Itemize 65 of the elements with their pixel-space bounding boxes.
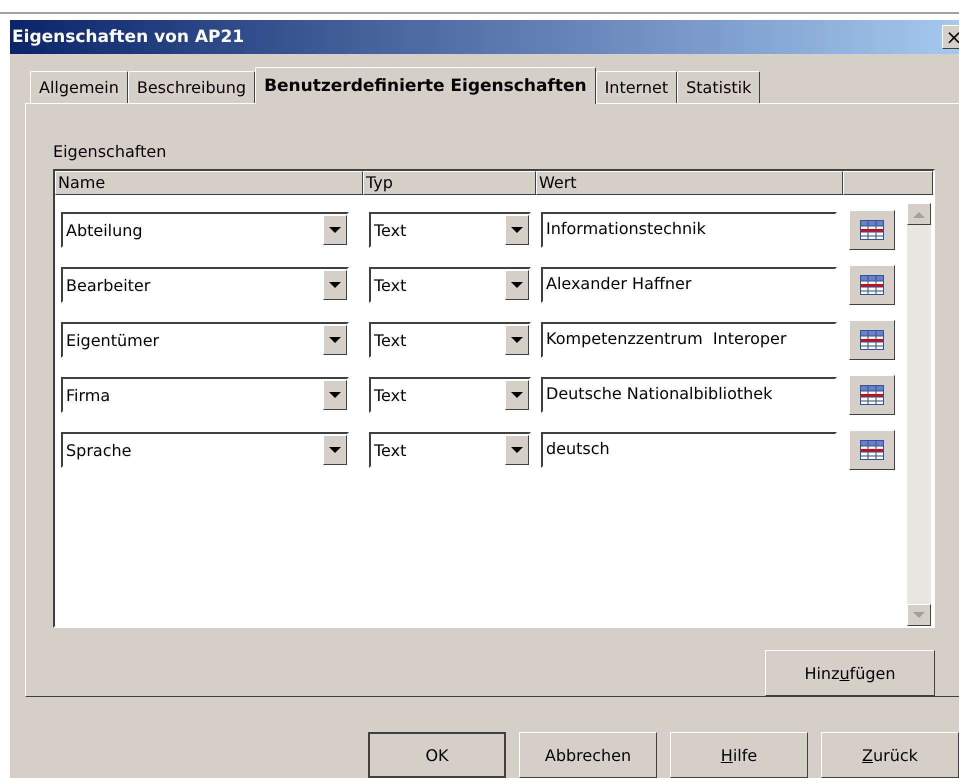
add-button[interactable]: Hinzufügen bbox=[765, 650, 935, 696]
scrollbar[interactable] bbox=[907, 203, 931, 626]
down-arrow-icon bbox=[511, 446, 523, 454]
down-arrow-icon bbox=[511, 226, 523, 234]
dropdown-button[interactable] bbox=[323, 435, 347, 465]
name-dropdown[interactable]: Eigentümer bbox=[61, 322, 349, 358]
type-dropdown[interactable]: Text bbox=[369, 267, 531, 303]
table-icon bbox=[860, 385, 884, 405]
dropdown-button[interactable] bbox=[323, 215, 347, 245]
tab[interactable]: Beschreibung bbox=[128, 71, 256, 103]
down-arrow-icon bbox=[511, 392, 523, 398]
dropdown-button[interactable] bbox=[323, 325, 347, 355]
type-dropdown[interactable]: Text bbox=[369, 212, 531, 248]
down-arrow-icon bbox=[329, 446, 341, 454]
edit-value-button[interactable] bbox=[849, 375, 895, 415]
name-dropdown[interactable]: Sprache bbox=[61, 432, 349, 468]
type-dropdown[interactable]: Text bbox=[369, 377, 531, 413]
dialog-button[interactable]: Zurück bbox=[821, 732, 959, 778]
table-icon bbox=[860, 275, 884, 295]
down-arrow-icon bbox=[329, 226, 341, 234]
dropdown-button[interactable] bbox=[323, 380, 347, 410]
type-dropdown[interactable]: Text bbox=[369, 432, 531, 468]
name-dropdown[interactable]: Abteilung bbox=[61, 212, 349, 248]
tab[interactable]: Internet bbox=[596, 71, 678, 103]
down-arrow-icon bbox=[329, 392, 341, 398]
column-header[interactable]: Typ bbox=[363, 171, 536, 195]
dropdown-button[interactable] bbox=[505, 380, 529, 410]
dropdown-button[interactable] bbox=[505, 435, 529, 465]
column-header[interactable]: Wert bbox=[536, 171, 843, 195]
column-header[interactable]: Name bbox=[55, 171, 363, 195]
name-dropdown[interactable]: Bearbeiter bbox=[61, 267, 349, 303]
dropdown-button[interactable] bbox=[505, 215, 529, 245]
value-field[interactable]: Kompetenzzentrum Interoper bbox=[541, 322, 837, 358]
edit-value-button[interactable] bbox=[849, 320, 895, 360]
edit-value-button[interactable] bbox=[849, 265, 895, 305]
value-field[interactable]: deutsch bbox=[541, 432, 837, 468]
dropdown-button[interactable] bbox=[505, 270, 529, 300]
up-arrow-icon bbox=[913, 210, 925, 218]
scroll-down-button[interactable] bbox=[907, 604, 931, 626]
dialog-button[interactable]: Abbrechen bbox=[519, 732, 657, 778]
value-field[interactable]: Deutsche Nationalbibliothek bbox=[541, 377, 837, 413]
table-icon bbox=[860, 440, 884, 460]
tab[interactable]: Statistik bbox=[677, 71, 760, 103]
dialog-button[interactable]: Hilfe bbox=[670, 732, 808, 778]
down-arrow-icon bbox=[913, 612, 925, 618]
value-field[interactable]: Alexander Haffner bbox=[541, 267, 837, 303]
dropdown-button[interactable] bbox=[323, 270, 347, 300]
scroll-up-button[interactable] bbox=[907, 203, 931, 225]
type-dropdown[interactable]: Text bbox=[369, 322, 531, 358]
down-arrow-icon bbox=[511, 282, 523, 288]
tab[interactable]: Allgemein bbox=[30, 71, 128, 103]
group-label: Eigenschaften bbox=[53, 142, 168, 161]
tab[interactable]: Benutzerdefinierte Eigenschaften bbox=[255, 67, 596, 104]
name-dropdown[interactable]: Firma bbox=[61, 377, 349, 413]
down-arrow-icon bbox=[329, 282, 341, 288]
table-icon bbox=[860, 220, 884, 240]
down-arrow-icon bbox=[329, 336, 341, 344]
dropdown-button[interactable] bbox=[505, 325, 529, 355]
window-title: Eigenschaften von AP21 bbox=[12, 27, 244, 47]
down-arrow-icon bbox=[511, 336, 523, 344]
dialog-button[interactable]: OK bbox=[368, 732, 506, 778]
edit-value-button[interactable] bbox=[849, 210, 895, 250]
edit-value-button[interactable] bbox=[849, 430, 895, 470]
value-field[interactable]: Informationstechnik bbox=[541, 212, 837, 248]
table-icon bbox=[860, 330, 884, 350]
